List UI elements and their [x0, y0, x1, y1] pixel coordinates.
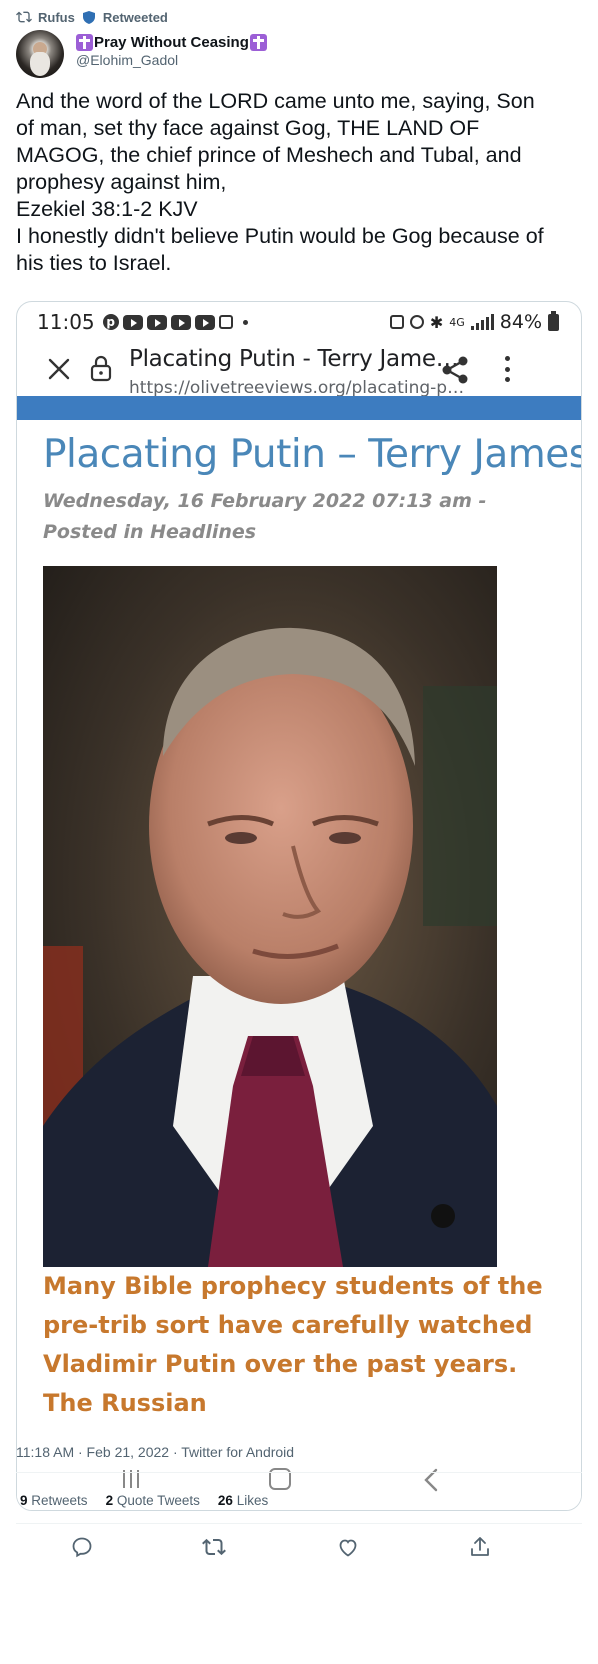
pinterest-icon: p: [102, 314, 119, 330]
more-notifications-dot: [242, 319, 248, 325]
youtube-icon: [122, 314, 143, 330]
tweet-line: his ties to Israel.: [16, 251, 172, 275]
author-handle[interactable]: @Elohim_Gadol: [76, 52, 267, 68]
retweeter-name[interactable]: Rufus: [38, 10, 75, 25]
tweet-text: And the word of the LORD came unto me, s…: [16, 88, 582, 277]
author-name-text: Pray Without Ceasing: [94, 34, 249, 51]
quote-tweets-label: Quote Tweets: [116, 1493, 200, 1508]
article-excerpt: Many Bible prophecy students of the pre-…: [43, 1272, 543, 1417]
likes-label: Likes: [236, 1493, 269, 1508]
attached-screenshot[interactable]: 11:05 p ✱ 4G 84% Placating Putin - Terry…: [16, 301, 582, 1511]
browser-page-title: Placating Putin - Terry Jame…: [129, 346, 459, 372]
browser-url[interactable]: https://olivetreeviews.org/placating-p…: [129, 378, 464, 398]
reply-icon[interactable]: [70, 1535, 94, 1559]
likes-count: 26: [217, 1493, 233, 1508]
back-icon[interactable]: [421, 1467, 441, 1493]
tweet-line: prophesy against him,: [16, 170, 227, 194]
tweet-line: of man, set thy face against Gog, THE LA…: [16, 116, 480, 140]
close-icon[interactable]: [45, 355, 73, 383]
divider: [16, 1472, 582, 1473]
article-photo: [43, 566, 497, 1267]
shield-icon: [82, 10, 95, 24]
article-meta: Wednesday, 16 February 2022 07:13 am - P…: [43, 490, 487, 543]
tweet-line: And the word of the LORD came unto me, s…: [16, 89, 535, 113]
tweet-stats: 9 Retweets 2 Quote Tweets 26 Likes: [20, 1493, 268, 1508]
status-time: 11:05: [37, 310, 95, 334]
youtube-icon: [170, 314, 191, 330]
tweet-line: Ezekiel 38:1-2 KJV: [16, 197, 198, 221]
alarm-icon: [409, 315, 424, 329]
phone-status-bar: 11:05 p ✱ 4G 84%: [17, 302, 581, 342]
divider: [16, 1523, 582, 1524]
tweet-timestamp[interactable]: 11:18 AM · Feb 21, 2022 · Twitter for An…: [16, 1444, 294, 1460]
network-type: 4G: [449, 315, 465, 329]
retweets-stat[interactable]: 9 Retweets: [20, 1493, 88, 1508]
likes-stat[interactable]: 26 Likes: [218, 1493, 268, 1508]
site-header-strip: [17, 396, 581, 420]
news-icon: [218, 315, 233, 329]
tweet-line: MAGOG, the chief prince of Meshech and T…: [16, 143, 522, 167]
tweet-line: I honestly didn't believe Putin would be…: [16, 224, 544, 248]
cross-icon: [76, 34, 93, 51]
signal-icon: [470, 314, 494, 330]
retweet-label: Retweeted: [102, 9, 168, 25]
share-icon[interactable]: [439, 354, 471, 386]
bluetooth-icon: ✱: [429, 312, 444, 332]
quote-tweets-count: 2: [105, 1493, 114, 1508]
article-title: Placating Putin – Terry James: [43, 432, 582, 477]
lock-icon[interactable]: [89, 354, 113, 382]
youtube-icon: [194, 314, 215, 330]
retweets-label: Retweets: [31, 1493, 88, 1508]
quote-tweets-stat[interactable]: 2 Quote Tweets: [106, 1493, 200, 1508]
tweet-actions: [0, 1535, 598, 1563]
retweet-icon: [16, 11, 32, 23]
youtube-icon: [146, 314, 167, 330]
battery-percent: 84%: [499, 311, 542, 333]
like-icon[interactable]: [336, 1535, 360, 1559]
cross-icon: [249, 34, 267, 51]
author-display-name[interactable]: Pray Without Ceasing: [76, 34, 267, 51]
more-options-icon[interactable]: [501, 354, 513, 384]
retweet-context: Rufus Retweeted: [16, 8, 168, 26]
lock-status-icon: [389, 315, 404, 329]
tweet-author: Pray Without Ceasing @Elohim_Gadol: [16, 30, 267, 78]
browser-url-bar: Placating Putin - Terry Jame… https://ol…: [17, 342, 581, 404]
retweets-count: 9: [20, 1493, 28, 1508]
share-action-icon[interactable]: [468, 1535, 492, 1559]
retweet-action-icon[interactable]: [202, 1535, 226, 1559]
avatar[interactable]: [16, 30, 64, 78]
battery-icon: [548, 310, 559, 331]
